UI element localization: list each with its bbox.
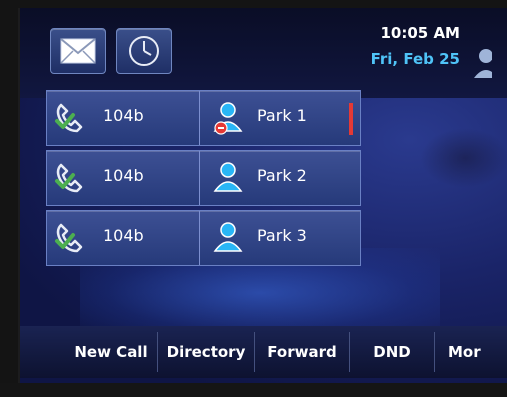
line-label: 104b bbox=[103, 226, 144, 245]
user-icon bbox=[213, 162, 243, 192]
user-icon bbox=[213, 222, 243, 252]
bezel-top bbox=[0, 0, 507, 8]
phone-handset-icon bbox=[55, 163, 83, 193]
bezel-left bbox=[0, 0, 18, 397]
softkey-separator bbox=[434, 332, 435, 372]
softkey-directory[interactable]: Directory bbox=[158, 326, 254, 378]
softkey-dnd[interactable]: DND bbox=[350, 326, 434, 378]
phone-handset-icon bbox=[55, 223, 83, 253]
park-key-1[interactable]: Park 1 bbox=[200, 91, 360, 145]
line-label: 104b bbox=[103, 106, 144, 125]
bezel-bottom bbox=[0, 383, 507, 397]
softkey-new-call[interactable]: New Call bbox=[64, 326, 158, 378]
recent-calls-button[interactable] bbox=[116, 28, 172, 74]
active-indicator bbox=[349, 103, 353, 135]
softkey-forward[interactable]: Forward bbox=[255, 326, 349, 378]
phone-handset-icon bbox=[55, 103, 83, 133]
clock-icon bbox=[129, 36, 159, 66]
park-label: Park 1 bbox=[257, 106, 307, 125]
line-label: 104b bbox=[103, 166, 144, 185]
line-row-2[interactable]: 104b Park 2 bbox=[46, 150, 361, 206]
mail-icon bbox=[60, 38, 96, 64]
line-row-1[interactable]: 104b Park 1 bbox=[46, 90, 361, 146]
park-key-2[interactable]: Park 2 bbox=[200, 151, 360, 205]
user-icon-partial bbox=[472, 44, 492, 84]
park-label: Park 2 bbox=[257, 166, 307, 185]
park-key-3[interactable]: Park 3 bbox=[200, 211, 360, 265]
park-label: Park 3 bbox=[257, 226, 307, 245]
screen-smudge bbox=[420, 128, 507, 188]
softkey-bar: New Call Directory Forward DND Mor bbox=[20, 326, 507, 378]
softkey-more[interactable]: Mor bbox=[448, 326, 507, 378]
messages-button[interactable] bbox=[50, 28, 106, 74]
user-busy-icon bbox=[213, 102, 243, 135]
clock-date: Fri, Feb 25 bbox=[370, 50, 460, 68]
clock-time: 10:05 AM bbox=[380, 24, 460, 42]
line-row-3[interactable]: 104b Park 3 bbox=[46, 210, 361, 266]
